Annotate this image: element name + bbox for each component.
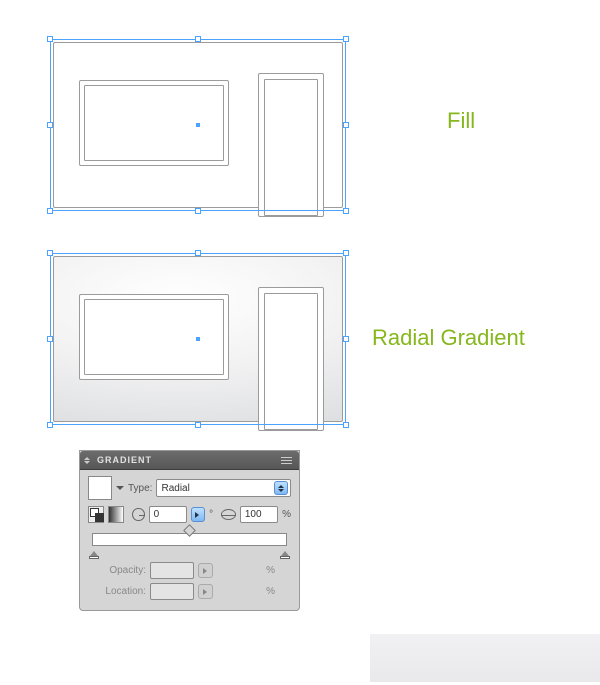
panel-menu-icon[interactable] [277,453,295,467]
type-dropdown[interactable]: Radial [156,479,291,497]
opacity-unit: % [217,565,275,576]
handle-bl[interactable] [47,208,53,214]
handle-br[interactable] [343,208,349,214]
handle-tl[interactable] [47,36,53,42]
swap-fill-stroke-icon[interactable] [88,506,104,523]
door-inner [264,293,318,430]
artwork-radial-example[interactable] [53,256,343,422]
location-stepper-icon [198,584,213,599]
angle-value: 0 [154,509,160,520]
window-inner [84,299,224,375]
aspect-ratio-icon [221,509,236,520]
handle-br[interactable] [343,422,349,428]
color-stop-start[interactable] [89,547,99,559]
handle-bm[interactable] [195,208,201,214]
handle-tl[interactable] [47,250,53,256]
door-frame [258,287,324,431]
location-unit: % [217,586,275,597]
window-frame [79,294,229,380]
location-field [150,583,194,600]
artwork-fill-example[interactable] [53,42,343,208]
handle-mr[interactable] [343,122,349,128]
type-label: Type: [128,483,152,494]
door-inner [264,79,318,216]
dropdown-caret-icon [274,481,288,495]
annotation-fill: Fill [447,108,475,134]
midpoint-diamond[interactable] [183,524,196,537]
angle-field[interactable]: 0 [149,506,187,523]
selection-center [196,337,200,341]
collapse-icon[interactable] [84,453,94,467]
selection-center [196,123,200,127]
panel-body: Type: Radial 0 ° 100 % [80,470,299,610]
opacity-field [150,562,194,579]
handle-mr[interactable] [343,336,349,342]
type-value: Radial [161,483,189,494]
decorative-strip [370,634,600,682]
angle-stepper-icon[interactable] [191,507,205,522]
handle-bl[interactable] [47,422,53,428]
handle-tr[interactable] [343,36,349,42]
door-frame [258,73,324,217]
annotation-radial: Radial Gradient [372,325,525,351]
opacity-label: Opacity: [88,565,146,576]
angle-icon [132,508,144,521]
gradient-preview-swatch[interactable] [88,476,112,500]
reverse-gradient-icon[interactable] [108,506,124,523]
panel-title: GRADIENT [97,455,277,465]
handle-bm[interactable] [195,422,201,428]
gradient-slider[interactable] [92,533,287,546]
aspect-unit: % [282,509,291,520]
gradient-panel: GRADIENT Type: Radial 0 ° [79,450,300,611]
handle-tr[interactable] [343,250,349,256]
chevron-down-icon[interactable] [116,486,124,494]
aspect-field[interactable]: 100 [240,506,278,523]
window-frame [79,80,229,166]
aspect-value: 100 [245,509,262,520]
window-inner [84,85,224,161]
opacity-stepper-icon [198,563,213,578]
angle-unit: ° [209,509,217,520]
color-stop-end[interactable] [280,547,290,559]
location-label: Location: [88,586,146,597]
panel-header[interactable]: GRADIENT [80,451,299,470]
